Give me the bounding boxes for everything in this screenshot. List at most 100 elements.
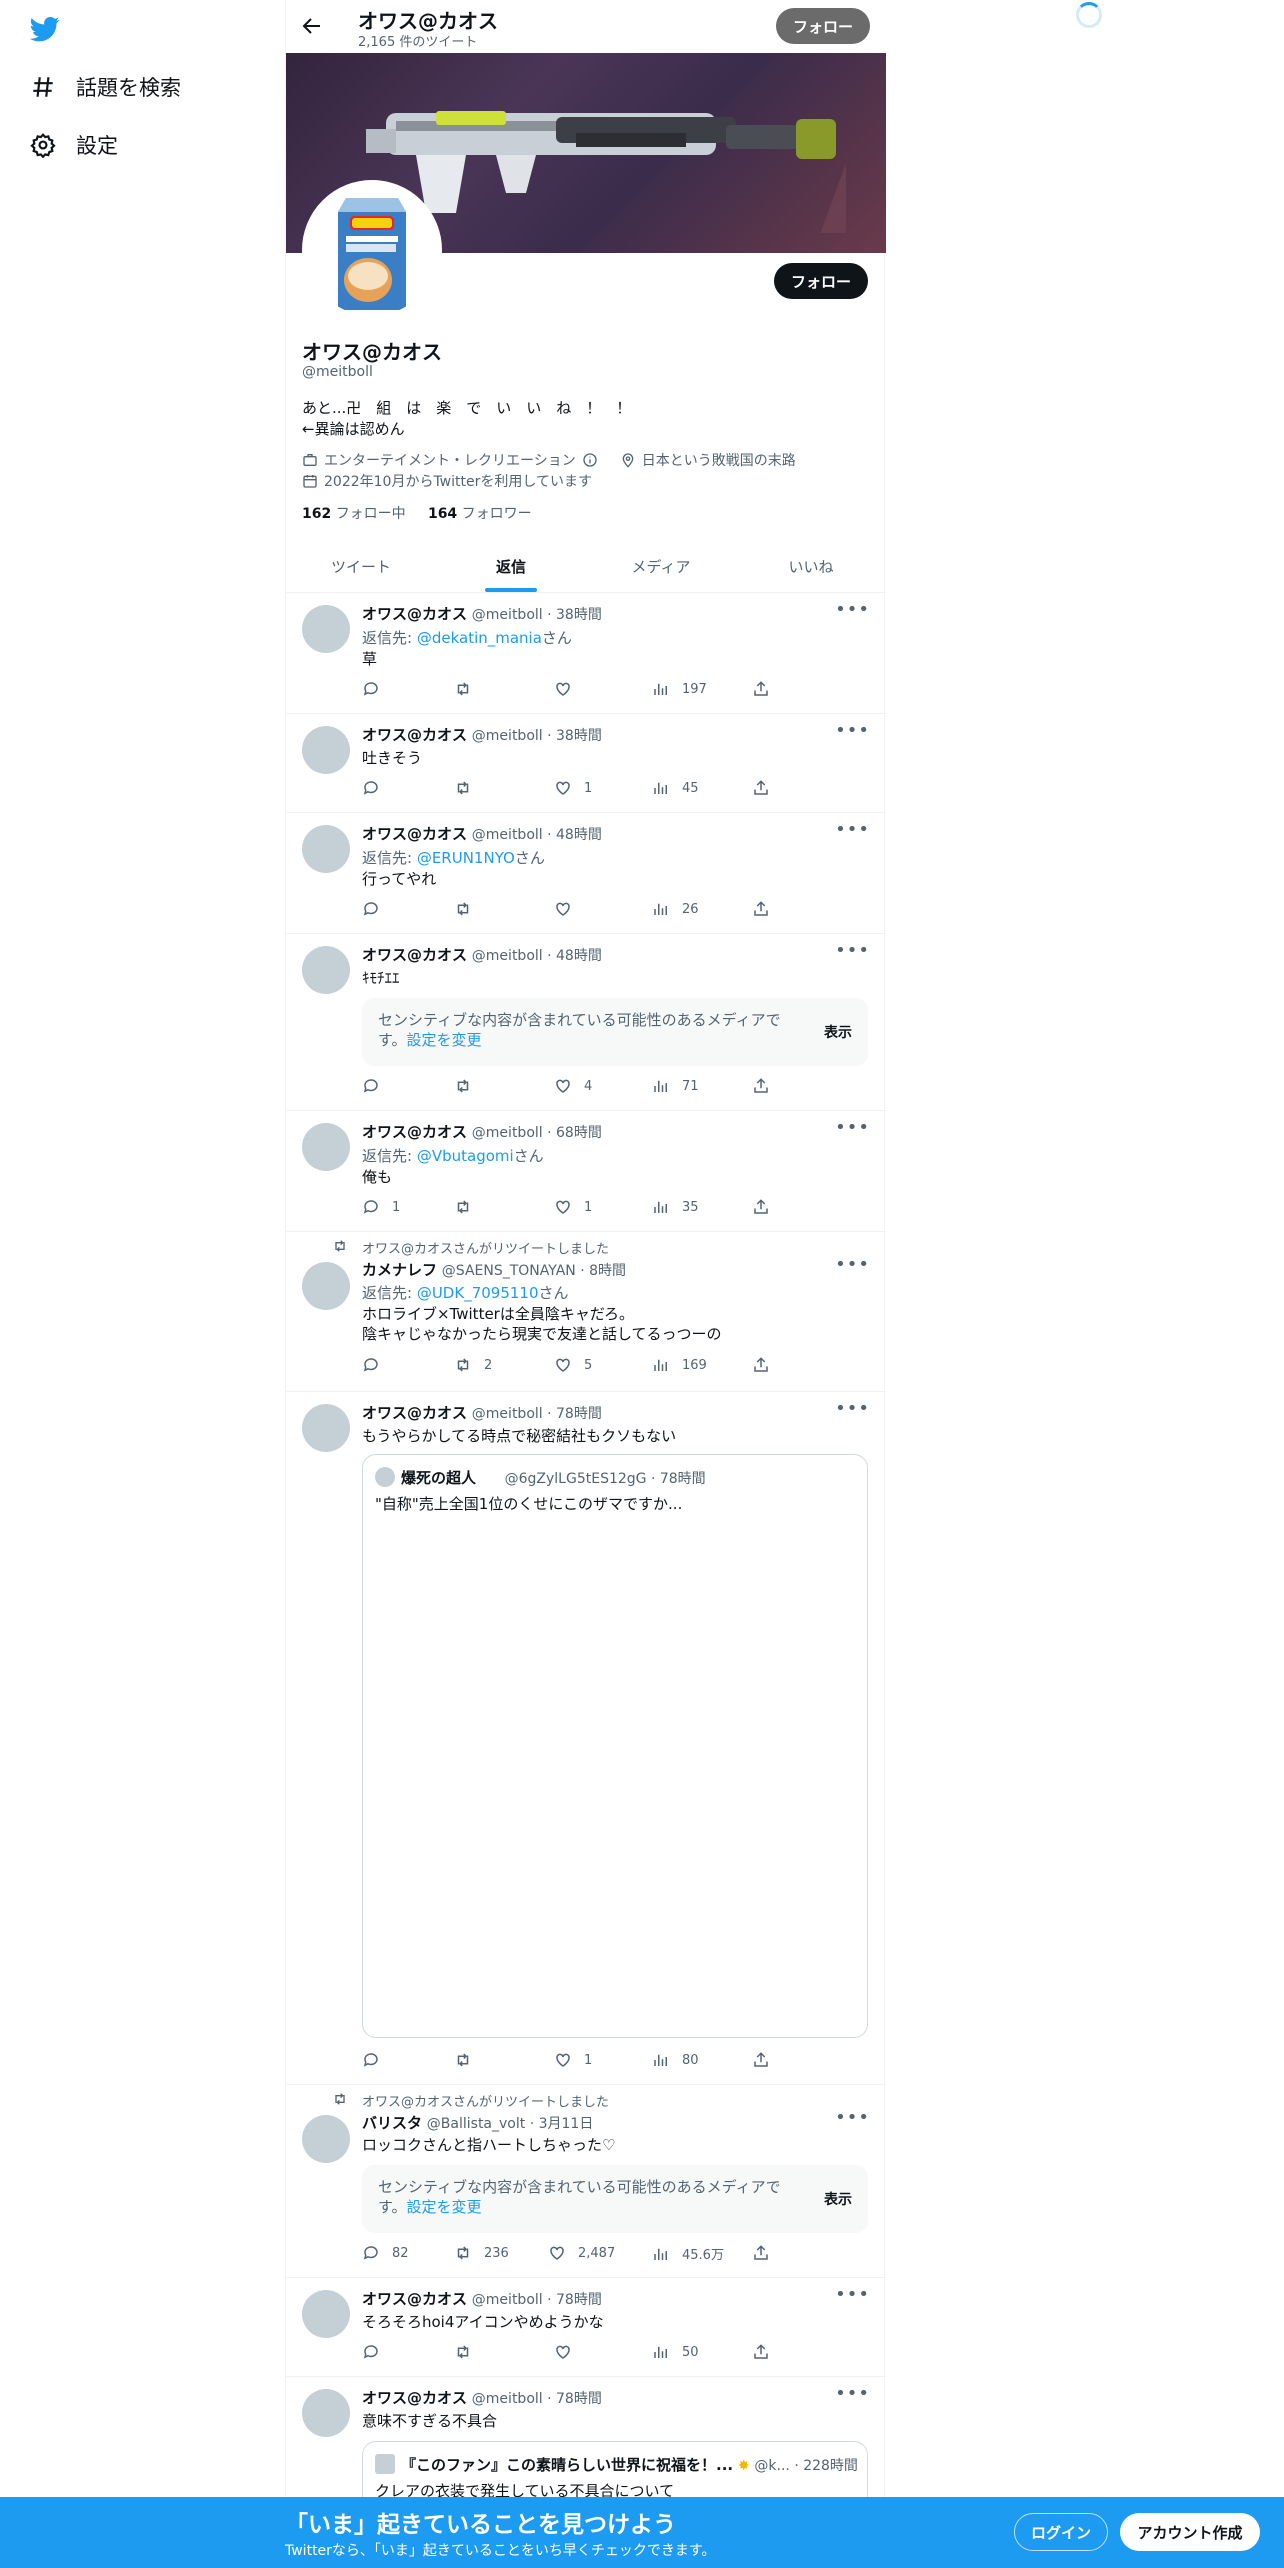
- like-button[interactable]: 2,487: [548, 2244, 615, 2262]
- tweet[interactable]: オワス@カオス @meitboll · 78時間 ••• もうやらかしてる時点で…: [286, 1392, 886, 2085]
- tweet[interactable]: オワス@カオス @meitboll · 48時間 ••• 返信先: @ERUN1…: [286, 813, 886, 934]
- tweet[interactable]: オワス@カオスさんがリツイートしました カメナレフ @SAENS_TONAYAN…: [286, 1232, 886, 1392]
- tweet[interactable]: オワス@カオス @meitboll · 78時間 ••• そろそろhoi4アイコ…: [286, 2278, 886, 2377]
- retweet-button[interactable]: [454, 2051, 484, 2069]
- views-button[interactable]: 35: [652, 1198, 699, 1216]
- tweet-author[interactable]: オワス@カオス: [362, 2389, 467, 2407]
- more-options-icon[interactable]: •••: [835, 819, 870, 840]
- profile-avatar[interactable]: [302, 180, 442, 320]
- tab-media[interactable]: メディア: [586, 540, 736, 592]
- views-button[interactable]: 26: [652, 900, 699, 918]
- login-button[interactable]: ログイン: [1014, 2513, 1108, 2551]
- reply-to-link[interactable]: @Vbutagomi: [417, 1147, 514, 1165]
- share-button[interactable]: [752, 779, 770, 797]
- like-button[interactable]: [554, 680, 584, 698]
- reply-to-link[interactable]: @UDK_7095110: [417, 1284, 539, 1302]
- header-follow-button[interactable]: フォロー: [776, 8, 870, 44]
- retweet-button[interactable]: [454, 779, 484, 797]
- tweet-author[interactable]: バリスタ: [362, 2114, 422, 2132]
- retweet-button[interactable]: [454, 1077, 484, 1095]
- retweet-button[interactable]: [454, 680, 484, 698]
- avatar[interactable]: [302, 605, 350, 653]
- more-options-icon[interactable]: •••: [835, 2383, 870, 2404]
- like-button[interactable]: 1: [554, 1198, 592, 1216]
- tweet-author[interactable]: カメナレフ: [362, 1261, 437, 1279]
- share-button[interactable]: [752, 1198, 770, 1216]
- reply-button[interactable]: 82: [362, 2244, 409, 2262]
- share-button[interactable]: [752, 900, 770, 918]
- share-button[interactable]: [752, 2051, 770, 2069]
- avatar[interactable]: [302, 726, 350, 774]
- reply-button[interactable]: [362, 900, 392, 918]
- views-button[interactable]: 169: [652, 1356, 707, 1374]
- more-options-icon[interactable]: •••: [835, 2107, 870, 2128]
- tab-likes[interactable]: いいね: [736, 540, 886, 592]
- tweet-author[interactable]: オワス@カオス: [362, 2290, 467, 2308]
- like-button[interactable]: 1: [554, 779, 592, 797]
- reply-button[interactable]: [362, 1356, 392, 1374]
- more-options-icon[interactable]: •••: [835, 1117, 870, 1138]
- reply-button[interactable]: [362, 680, 392, 698]
- tweet-author[interactable]: オワス@カオス: [362, 1123, 467, 1141]
- views-button[interactable]: 197: [652, 680, 707, 698]
- avatar[interactable]: [302, 1123, 350, 1171]
- share-button[interactable]: [752, 680, 770, 698]
- avatar[interactable]: [302, 946, 350, 994]
- tweet-author[interactable]: オワス@カオス: [362, 726, 467, 744]
- tweet[interactable]: オワス@カオス @meitboll · 68時間 ••• 返信先: @Vbuta…: [286, 1111, 886, 1232]
- retweet-button[interactable]: 236: [454, 2244, 509, 2262]
- views-button[interactable]: 71: [652, 1077, 699, 1095]
- share-button[interactable]: [752, 2343, 770, 2361]
- following-link[interactable]: 162 フォロー中: [302, 506, 406, 522]
- followers-link[interactable]: 164 フォロワー: [428, 506, 532, 522]
- share-button[interactable]: [752, 2244, 770, 2262]
- views-button[interactable]: 45: [652, 779, 699, 797]
- like-button[interactable]: [554, 2343, 584, 2361]
- tweet[interactable]: オワス@カオス @meitboll · 48時間 ••• ｷﾓﾁｴｴ センシティ…: [286, 934, 886, 1111]
- nav-explore[interactable]: 話題を検索: [30, 72, 181, 102]
- show-media-button[interactable]: 表示: [824, 1022, 852, 1042]
- avatar[interactable]: [302, 1404, 350, 1452]
- tweet-author[interactable]: オワス@カオス: [362, 1404, 467, 1422]
- reply-button[interactable]: [362, 779, 392, 797]
- tweet-author[interactable]: オワス@カオス: [362, 825, 467, 843]
- reply-button[interactable]: [362, 1077, 392, 1095]
- avatar[interactable]: [302, 825, 350, 873]
- like-button[interactable]: 5: [554, 1356, 592, 1374]
- follow-button[interactable]: フォロー: [774, 263, 868, 299]
- tweet[interactable]: オワス@カオス @meitboll · 38時間 ••• 吐きそう 1 45: [286, 714, 886, 813]
- retweet-button[interactable]: [454, 1198, 484, 1216]
- retweet-button[interactable]: [454, 2343, 484, 2361]
- more-options-icon[interactable]: •••: [835, 1254, 870, 1275]
- reply-to-link[interactable]: @ERUN1NYO: [417, 849, 515, 867]
- retweet-button[interactable]: [454, 900, 484, 918]
- tab-replies[interactable]: 返信: [436, 540, 586, 592]
- retweet-button[interactable]: 2: [454, 1356, 492, 1374]
- twitter-logo-icon[interactable]: [28, 14, 62, 44]
- reply-button[interactable]: [362, 2343, 392, 2361]
- info-icon[interactable]: [582, 452, 598, 468]
- create-account-button[interactable]: アカウント作成: [1120, 2513, 1260, 2551]
- avatar[interactable]: [302, 2389, 350, 2437]
- back-arrow-icon[interactable]: [300, 14, 324, 38]
- avatar[interactable]: [302, 2290, 350, 2338]
- reply-to-link[interactable]: @dekatin_mania: [417, 629, 542, 647]
- nav-settings[interactable]: 設定: [30, 130, 118, 160]
- tweet-author[interactable]: オワス@カオス: [362, 946, 467, 964]
- change-settings-link[interactable]: 設定を変更: [407, 1031, 482, 1049]
- avatar[interactable]: [302, 1262, 350, 1310]
- more-options-icon[interactable]: •••: [835, 599, 870, 620]
- show-media-button[interactable]: 表示: [824, 2189, 852, 2209]
- like-button[interactable]: [554, 900, 584, 918]
- tab-tweets[interactable]: ツイート: [286, 540, 436, 592]
- share-button[interactable]: [752, 1077, 770, 1095]
- quoted-tweet[interactable]: 爆死の超人 @6gZylLG5tES12gG · 78時間 "自称"売上全国1位…: [362, 1454, 868, 2038]
- like-button[interactable]: 4: [554, 1077, 592, 1095]
- retweeted-by[interactable]: オワス@カオスさんがリツイートしました: [362, 2091, 609, 2110]
- views-button[interactable]: 50: [652, 2343, 699, 2361]
- share-button[interactable]: [752, 1356, 770, 1374]
- reply-button[interactable]: 1: [362, 1198, 400, 1216]
- like-button[interactable]: 1: [554, 2051, 592, 2069]
- more-options-icon[interactable]: •••: [835, 1398, 870, 1419]
- views-button[interactable]: 80: [652, 2051, 699, 2069]
